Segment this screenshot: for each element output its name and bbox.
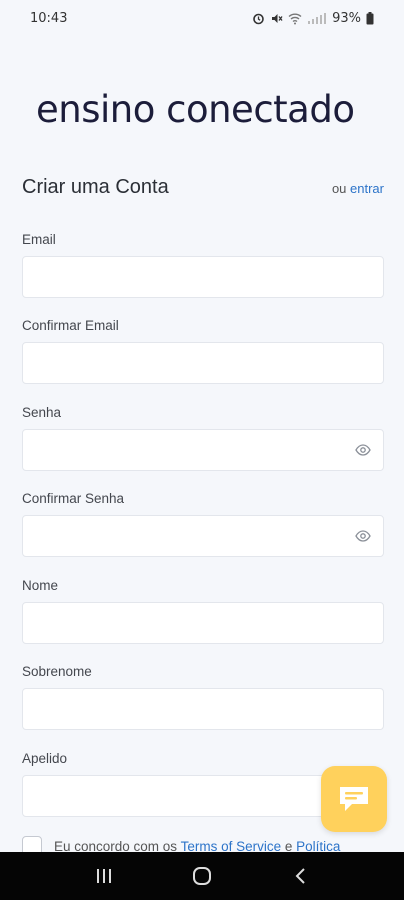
status-icons: 93% — [252, 11, 374, 26]
home-button[interactable] — [182, 856, 222, 896]
alarm-icon — [253, 13, 264, 24]
confirm-email-field-group: Confirmar Email — [22, 316, 384, 384]
confirm-email-input[interactable] — [22, 342, 384, 384]
last-name-field-group: Sobrenome — [22, 662, 384, 730]
eye-icon[interactable] — [355, 529, 371, 543]
confirm-password-label: Confirmar Senha — [22, 491, 125, 506]
back-button[interactable] — [280, 856, 320, 896]
email-input[interactable] — [22, 256, 384, 298]
last-name-label: Sobrenome — [22, 664, 92, 679]
battery-percent: 93% — [332, 10, 361, 26]
login-prompt: ou entrar — [332, 181, 384, 196]
first-name-input[interactable] — [22, 602, 384, 644]
back-icon — [295, 868, 305, 884]
chat-bubble-icon — [340, 787, 368, 811]
confirm-password-input[interactable] — [22, 515, 384, 557]
recent-apps-button[interactable] — [84, 856, 124, 896]
battery-icon — [366, 11, 374, 24]
login-or-text: ou — [331, 181, 347, 196]
confirm-password-field-group: Confirmar Senha — [22, 489, 384, 557]
password-field-group: Senha — [22, 403, 384, 471]
chat-button[interactable] — [321, 766, 387, 832]
email-field-group: Email — [22, 230, 384, 298]
mute-icon — [272, 13, 283, 23]
eye-icon[interactable] — [355, 443, 371, 457]
confirm-email-label: Confirmar Email — [22, 318, 119, 333]
signal-icon — [308, 12, 327, 24]
email-label: Email — [22, 232, 56, 247]
home-icon — [193, 867, 211, 885]
password-input[interactable] — [22, 429, 384, 471]
recent-apps-icon — [97, 869, 111, 883]
page-title: Criar uma Conta — [22, 176, 169, 198]
last-name-input[interactable] — [22, 688, 384, 730]
form-header: Criar uma Conta ou entrar — [22, 176, 384, 199]
password-label: Senha — [22, 405, 62, 420]
login-link[interactable]: entrar — [350, 181, 384, 196]
first-name-field-group: Nome — [22, 576, 384, 644]
app-logo: ensino conectado — [36, 88, 355, 131]
status-time: 10:43 — [30, 10, 68, 26]
system-nav-bar — [0, 852, 404, 900]
first-name-label: Nome — [22, 578, 59, 593]
status-bar: 10:43 93% — [0, 0, 404, 36]
wifi-icon — [288, 13, 302, 24]
